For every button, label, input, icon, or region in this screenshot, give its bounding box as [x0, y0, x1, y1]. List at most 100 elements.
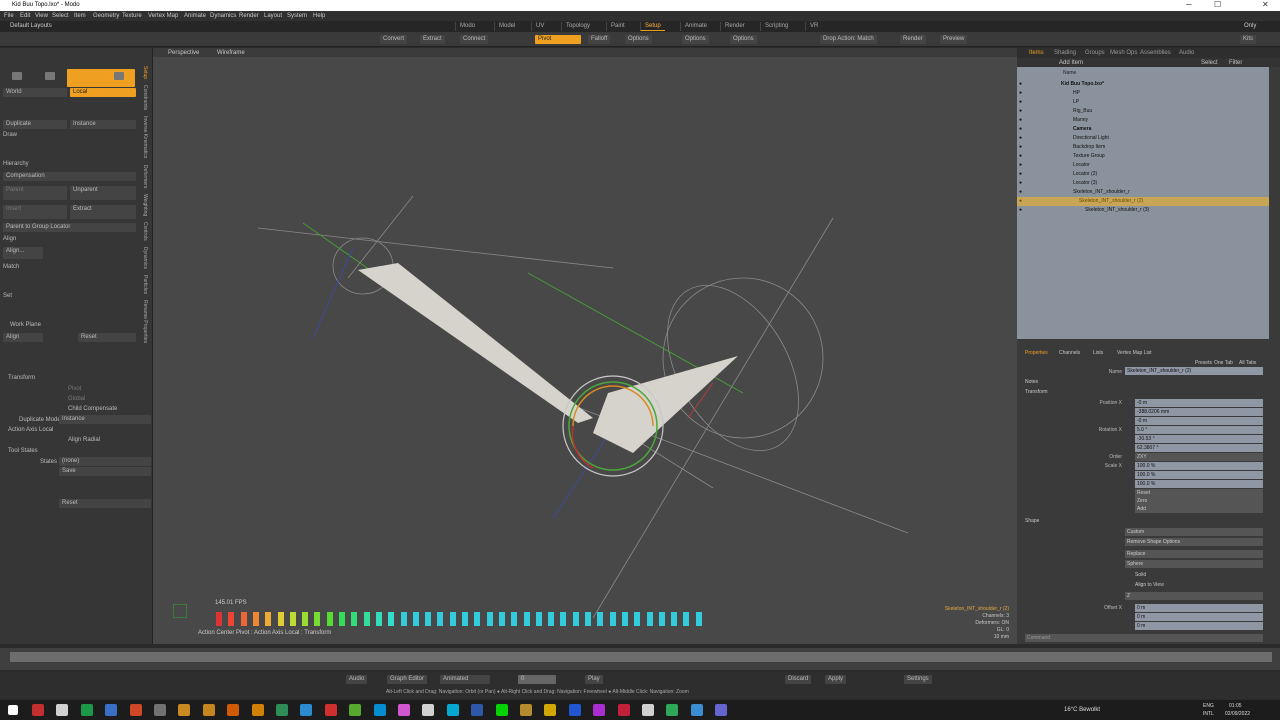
item-row[interactable]: ● Skeleton_INT_shoulder_r	[1017, 188, 1269, 197]
local-button[interactable]: Local	[70, 88, 136, 97]
tab-paint[interactable]: Paint	[606, 22, 629, 31]
child-compensate-checkbox[interactable]: Child Compensate	[68, 406, 117, 412]
zero-button[interactable]: Zero	[1135, 497, 1263, 505]
transform-section[interactable]: Transform	[8, 375, 35, 381]
graph-editor-button[interactable]: Graph Editor	[387, 675, 428, 684]
item-row[interactable]: ● Kid Buu Topo.lxo*	[1017, 80, 1269, 89]
symmetry-options-button[interactable]: Options	[730, 35, 757, 44]
menu-select[interactable]: Select	[52, 13, 69, 19]
preview-button[interactable]: Preview	[940, 35, 968, 44]
item-tab-shading[interactable]: Shading	[1054, 50, 1076, 56]
close-icon[interactable]: ✕	[1262, 0, 1269, 10]
visibility-eye-icon[interactable]: ●	[1019, 117, 1022, 123]
extract-button[interactable]: Extract	[420, 35, 445, 44]
position-field[interactable]: -0 m	[1135, 399, 1263, 407]
menu-view[interactable]: View	[35, 13, 48, 19]
kits-button[interactable]: Kits	[1240, 35, 1257, 44]
match-section[interactable]: Match	[3, 264, 19, 270]
style-select[interactable]: Replace	[1125, 550, 1263, 558]
item-tab-mesh-ops[interactable]: Mesh Ops	[1110, 50, 1137, 56]
menu-system[interactable]: System	[287, 13, 307, 19]
side-tab-controls[interactable]: Controls	[142, 222, 148, 241]
timeline-track[interactable]	[10, 652, 1272, 662]
world-button[interactable]: World	[3, 88, 67, 97]
layout-name[interactable]: Default Layouts	[10, 23, 52, 29]
tab-model[interactable]: Model	[494, 22, 519, 31]
duplicate-button[interactable]: Duplicate	[3, 120, 67, 129]
order-select[interactable]: ZXY	[1135, 453, 1263, 461]
extract-hierarchy-button[interactable]: Extract	[70, 205, 136, 219]
save-state-button[interactable]: Save	[59, 467, 151, 476]
3d-viewport[interactable]: 145.01 FPS Action Center Pivot : Action …	[153, 48, 1017, 644]
reset-state-button[interactable]: Reset	[59, 499, 151, 508]
item-row[interactable]: ● Manny	[1017, 116, 1269, 125]
transform-props-section[interactable]: Transform	[1025, 389, 1048, 395]
discard-button[interactable]: Discard	[785, 675, 812, 684]
render-button[interactable]: Render	[900, 35, 926, 44]
set-section[interactable]: Set	[3, 293, 12, 299]
firefox-icon[interactable]	[227, 704, 240, 716]
visibility-eye-icon[interactable]: ●	[1019, 90, 1022, 96]
app-icon[interactable]	[520, 704, 532, 716]
scale-tool-icon[interactable]	[45, 72, 55, 80]
app-icon[interactable]	[495, 704, 508, 716]
connect-button[interactable]: Connect	[460, 35, 489, 44]
hierarchy-section[interactable]: Hierarchy	[3, 161, 29, 167]
convert-button[interactable]: Convert	[380, 35, 408, 44]
menu-vertex-map[interactable]: Vertex Map	[148, 13, 178, 19]
visibility-eye-icon[interactable]: ●	[1019, 99, 1022, 105]
command-input[interactable]: Command	[1025, 634, 1263, 642]
menu-animate[interactable]: Animate	[184, 13, 206, 19]
item-name-field[interactable]: Skeleton_INT_shoulder_r (2)	[1125, 367, 1263, 375]
align-section[interactable]: Align	[3, 236, 16, 242]
unparent-button[interactable]: Unparent	[70, 186, 136, 200]
shape-props-section[interactable]: Shape	[1025, 518, 1039, 524]
work-plane-reset-button[interactable]: Reset	[78, 333, 136, 342]
discord-icon[interactable]	[715, 704, 728, 716]
rotation-field[interactable]: -30.53 °	[1135, 435, 1263, 443]
minimize-icon[interactable]: ─	[1186, 0, 1192, 10]
settings-button[interactable]: Settings	[904, 675, 932, 684]
menu-file[interactable]: File	[4, 13, 14, 19]
visibility-eye-icon[interactable]: ●	[1019, 189, 1022, 195]
maximize-icon[interactable]: ☐	[1214, 0, 1221, 10]
props-tab-channels[interactable]: Channels	[1059, 350, 1080, 356]
view-type-select[interactable]: Perspective	[168, 50, 199, 56]
menu-item[interactable]: Item	[74, 13, 86, 19]
insert-button[interactable]: Insert	[3, 205, 67, 219]
modo-icon[interactable]	[202, 704, 215, 716]
pivot-button[interactable]: Pivot	[535, 35, 581, 44]
visibility-eye-icon[interactable]: ●	[1019, 135, 1022, 141]
props-tab-vertex-map-list[interactable]: Vertex Map List	[1117, 350, 1151, 356]
app-icon[interactable]	[568, 704, 581, 716]
props-tab-lists[interactable]: Lists	[1093, 350, 1103, 356]
side-tab-constraints[interactable]: Constraints	[142, 85, 148, 110]
props-tab-properties[interactable]: Properties	[1025, 350, 1048, 356]
item-row[interactable]: ● Locator (2)	[1017, 170, 1269, 179]
apply-button[interactable]: Apply	[825, 675, 847, 684]
presets-button[interactable]: Presets	[1195, 360, 1212, 366]
item-row[interactable]: ● Locator (3)	[1017, 179, 1269, 188]
scale-field[interactable]: 100.0 %	[1135, 471, 1263, 479]
shape-type-select[interactable]: Sphere	[1125, 560, 1263, 568]
solid-checkbox[interactable]: Solid	[1135, 572, 1146, 578]
work-plane-section[interactable]: Work Plane	[10, 322, 41, 328]
brave-icon[interactable]	[129, 704, 142, 716]
app-icon[interactable]	[617, 704, 630, 716]
tab-vr[interactable]: VR	[805, 22, 822, 31]
shading-mode-select[interactable]: Wireframe	[217, 50, 245, 56]
app-icon[interactable]	[324, 704, 337, 716]
current-frame-field[interactable]: 0	[518, 675, 556, 684]
remove-shape-button[interactable]: Remove Shape Options	[1125, 538, 1263, 546]
work-plane-align-button[interactable]: Align	[3, 333, 43, 342]
menu-geometry[interactable]: Geometry	[93, 13, 119, 19]
item-tab-groups[interactable]: Groups	[1085, 50, 1105, 56]
axis-select[interactable]: Z	[1125, 592, 1263, 600]
offset-field[interactable]: 0 m	[1135, 604, 1263, 612]
item-filter-button[interactable]: Filter	[1229, 60, 1242, 66]
chrome-icon[interactable]	[105, 704, 118, 716]
rotation-field[interactable]: 62.3807 °	[1135, 444, 1263, 452]
item-select-button[interactable]: Select	[1201, 60, 1218, 66]
parent-group-locator-button[interactable]: Parent to Group Locator	[3, 223, 136, 232]
add-item-button[interactable]: Add Item	[1059, 60, 1083, 66]
